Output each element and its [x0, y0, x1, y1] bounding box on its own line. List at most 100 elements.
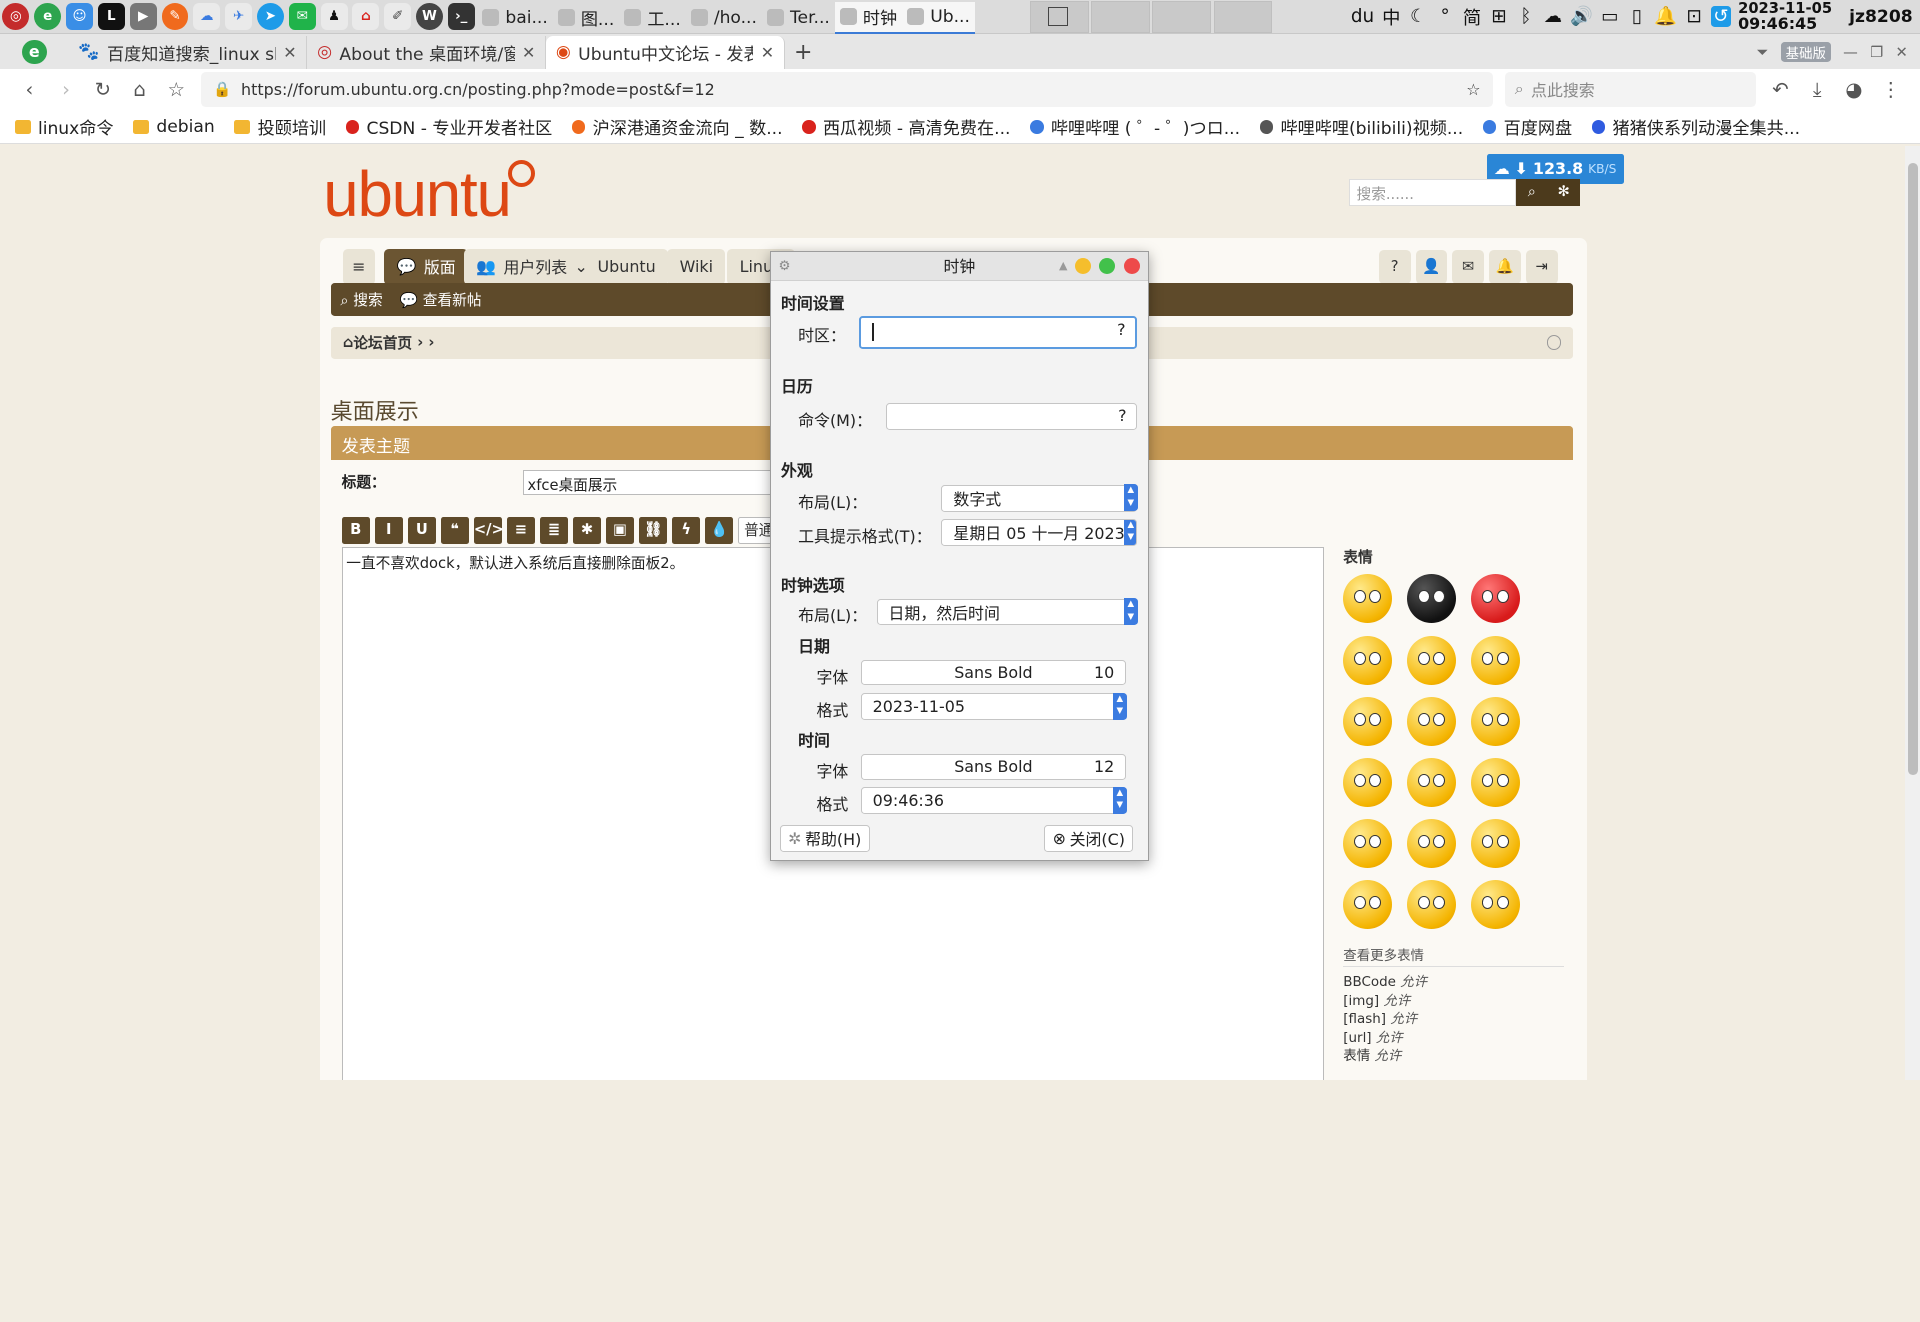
smiley-icon[interactable]: [1470, 880, 1520, 930]
bell-icon[interactable]: 🔔: [1488, 249, 1521, 285]
taskbar-item[interactable]: bai...: [477, 2, 552, 34]
bookmark-item[interactable]: 百度网盘: [1482, 114, 1572, 139]
bluetooth-icon[interactable]: ᛒ: [1516, 6, 1536, 27]
close-icon[interactable]: ✕: [522, 43, 535, 62]
smiley-icon[interactable]: [1343, 635, 1393, 685]
layout-select[interactable]: 数字式 ▲ ▼: [941, 484, 1138, 512]
bookmark-item[interactable]: 猪猪侠系列动漫全集共...: [1591, 114, 1800, 139]
date-format-select[interactable]: 2023-11-05 ▲ ▼: [860, 692, 1127, 720]
command-input[interactable]: ?: [886, 402, 1138, 430]
bookmark-item[interactable]: 哔哩哔哩(bilibili)视频...: [1259, 114, 1463, 139]
ubuntu-logo[interactable]: ubuntu: [323, 158, 536, 231]
taskbar-item[interactable]: 时钟: [834, 1, 903, 34]
hamburger-icon[interactable]: ≡: [342, 248, 375, 286]
bird-icon[interactable]: ✈: [225, 3, 253, 31]
punct-indicator[interactable]: °: [1435, 6, 1455, 27]
bbcode-button[interactable]: U: [407, 516, 436, 544]
terminal-icon[interactable]: ›_: [447, 3, 475, 31]
close-icon[interactable]: ✕: [283, 43, 296, 62]
page-scrollbar[interactable]: [1905, 145, 1920, 1080]
trash-icon[interactable]: ▯: [1627, 6, 1647, 27]
smiley-icon[interactable]: [1470, 574, 1520, 624]
bbcode-button[interactable]: ▣: [606, 516, 635, 544]
workspace-4[interactable]: [1213, 0, 1273, 33]
bookmark-item[interactable]: CSDN - 专业开发者社区: [345, 114, 552, 139]
app-icon-1[interactable]: ◎: [2, 3, 30, 31]
close-window-icon[interactable]: ✕: [1895, 44, 1907, 61]
screenshot-icon[interactable]: ⊡: [1684, 6, 1704, 27]
menu-icon[interactable]: ⋮: [1878, 78, 1902, 101]
more-smilies-link[interactable]: 查看更多表情: [1343, 944, 1424, 964]
smiley-icon[interactable]: [1406, 819, 1456, 869]
smiley-icon[interactable]: [1470, 696, 1520, 746]
time-format-select[interactable]: 09:46:36 ▲ ▼: [860, 786, 1127, 815]
smiley-icon[interactable]: [1343, 696, 1393, 746]
menu-down-icon[interactable]: ⏷: [1757, 44, 1769, 61]
dialog-titlebar[interactable]: ⚙ 时钟 ▲: [771, 252, 1148, 282]
browser-logo[interactable]: e: [0, 36, 69, 69]
breadcrumb-home[interactable]: 论坛首页: [353, 332, 412, 353]
smiley-icon[interactable]: [1406, 696, 1456, 746]
bbcode-button[interactable]: ϟ: [672, 516, 701, 544]
smiley-icon[interactable]: [1406, 635, 1456, 685]
bell-icon[interactable]: 🔔: [1654, 6, 1677, 27]
smiley-icon[interactable]: [1470, 758, 1520, 808]
undo-icon[interactable]: ↶: [1768, 78, 1792, 101]
taskbar-item[interactable]: 工...: [619, 2, 686, 34]
smiley-icon[interactable]: [1470, 635, 1520, 685]
minimize-button[interactable]: [1074, 258, 1091, 275]
bookmark-star-icon[interactable]: ☆: [1466, 80, 1480, 99]
smiley-icon[interactable]: [1343, 819, 1393, 869]
simplified-indicator[interactable]: 简: [1462, 4, 1482, 30]
pdf-icon[interactable]: ⌂: [352, 3, 380, 31]
close-dialog-button[interactable]: ⊗ 关闭(C): [1044, 825, 1134, 853]
nav-users[interactable]: 👥 用户列表 ⌄: [464, 248, 601, 286]
new-tab-button[interactable]: +: [785, 36, 822, 69]
site-search-input[interactable]: 搜索......: [1349, 178, 1516, 206]
wechat-icon[interactable]: ✉: [288, 3, 316, 31]
send-icon[interactable]: ➤: [256, 3, 284, 31]
shade-icon[interactable]: ▲: [1055, 258, 1071, 274]
home-icon[interactable]: ⌂: [127, 78, 151, 101]
bookmark-item[interactable]: 沪深港通资金流向 _ 数...: [571, 114, 783, 139]
smiley-icon[interactable]: [1470, 819, 1520, 869]
workspace-2[interactable]: [1091, 0, 1150, 33]
nav-board[interactable]: 💬 版面: [384, 248, 468, 286]
bbcode-button[interactable]: ⛓: [639, 516, 668, 544]
volume-icon[interactable]: 🔊: [1570, 6, 1593, 27]
date-font-button[interactable]: Sans Bold 10: [860, 659, 1127, 686]
smiley-icon[interactable]: [1343, 574, 1393, 624]
nav-ubuntu[interactable]: Ubuntu: [585, 248, 668, 286]
scrollbar-thumb[interactable]: [1907, 162, 1918, 776]
smiley-icon[interactable]: [1343, 758, 1393, 808]
battery-icon[interactable]: ▭: [1600, 6, 1620, 27]
back-icon[interactable]: ‹: [17, 78, 41, 101]
app-icon-l[interactable]: L: [97, 3, 125, 31]
subnav-search[interactable]: ⌕ 搜索: [340, 289, 382, 310]
smiley-icon[interactable]: [1406, 574, 1456, 624]
user-icon[interactable]: 👤: [1415, 249, 1448, 285]
gear-icon[interactable]: ⚙: [779, 252, 791, 281]
timezone-input[interactable]: ?: [859, 315, 1138, 349]
close-icon[interactable]: ✕: [761, 43, 774, 62]
tab-about[interactable]: ◎ About the 桌面环境/窗 ✕: [307, 35, 547, 69]
taskbar-item[interactable]: Ter...: [762, 2, 835, 34]
bookmark-item[interactable]: 哔哩哔哩 ( ゜- ゜)つロ...: [1030, 114, 1240, 139]
input-method[interactable]: 中: [1382, 4, 1402, 30]
download-icon[interactable]: ⤓: [1805, 78, 1829, 101]
moon-icon[interactable]: ☾: [1408, 6, 1428, 27]
bookmark-item[interactable]: linux命令: [14, 114, 114, 139]
clock[interactable]: 2023-11-05 09:46:45: [1738, 1, 1832, 31]
inbox-icon[interactable]: ✉: [1452, 249, 1485, 285]
maximize-button[interactable]: [1099, 258, 1116, 275]
bbcode-button[interactable]: ≡: [506, 516, 536, 544]
avatar-icon[interactable]: ◕: [1842, 78, 1866, 101]
subnav-new-posts[interactable]: 💬 查看新帖: [400, 289, 482, 310]
user-name[interactable]: jz8208: [1849, 7, 1913, 27]
close-button[interactable]: [1123, 258, 1140, 275]
qq-icon[interactable]: ♟: [320, 3, 348, 31]
search-button[interactable]: ⌕: [1515, 178, 1548, 206]
smiley-icon[interactable]: [1406, 758, 1456, 808]
bbcode-button[interactable]: I: [374, 516, 403, 544]
taskbar-item[interactable]: /ho...: [686, 2, 762, 34]
